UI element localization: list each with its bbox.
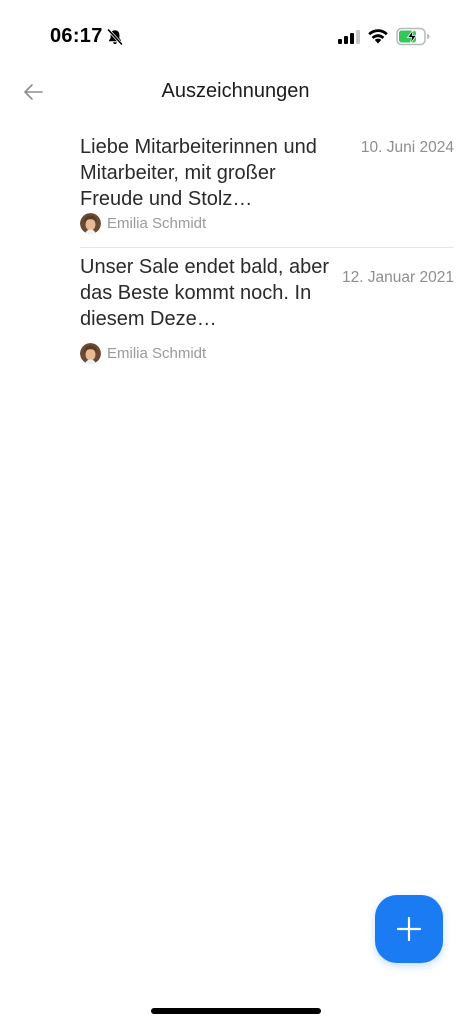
- author-name: Emilia Schmidt: [107, 215, 207, 232]
- status-bar: 06:17: [0, 0, 471, 60]
- author: Emilia Schmidt: [80, 213, 206, 234]
- award-date: 12. Januar 2021: [341, 269, 454, 286]
- cellular-signal-icon: [338, 30, 360, 44]
- awards-list: Liebe Mitarbeiterinnen und Mitarbeiter, …: [80, 130, 454, 364]
- avatar: [80, 343, 101, 364]
- author-name: Emilia Schmidt: [107, 345, 207, 362]
- status-time: 06:17: [50, 25, 103, 47]
- list-item[interactable]: Liebe Mitarbeiterinnen und Mitarbeiter, …: [80, 130, 454, 248]
- author: Emilia Schmidt: [80, 343, 206, 364]
- page-title: Auszeichnungen: [161, 80, 310, 102]
- award-date: 10. Juni 2024: [360, 139, 454, 156]
- bell-slash-icon: [107, 28, 123, 46]
- battery-charging-icon: [396, 27, 430, 46]
- avatar: [80, 213, 101, 234]
- list-item[interactable]: Unser Sale endet bald, aber das Beste ko…: [80, 248, 454, 378]
- award-preview-text: Unser Sale endet bald, aber das Beste ko…: [80, 256, 330, 330]
- wifi-icon: [368, 29, 388, 44]
- award-preview-text: Liebe Mitarbeiterinnen und Mitarbeiter, …: [80, 136, 317, 210]
- home-indicator: [151, 1008, 321, 1014]
- plus-icon: [397, 917, 421, 941]
- add-award-button[interactable]: [375, 895, 443, 963]
